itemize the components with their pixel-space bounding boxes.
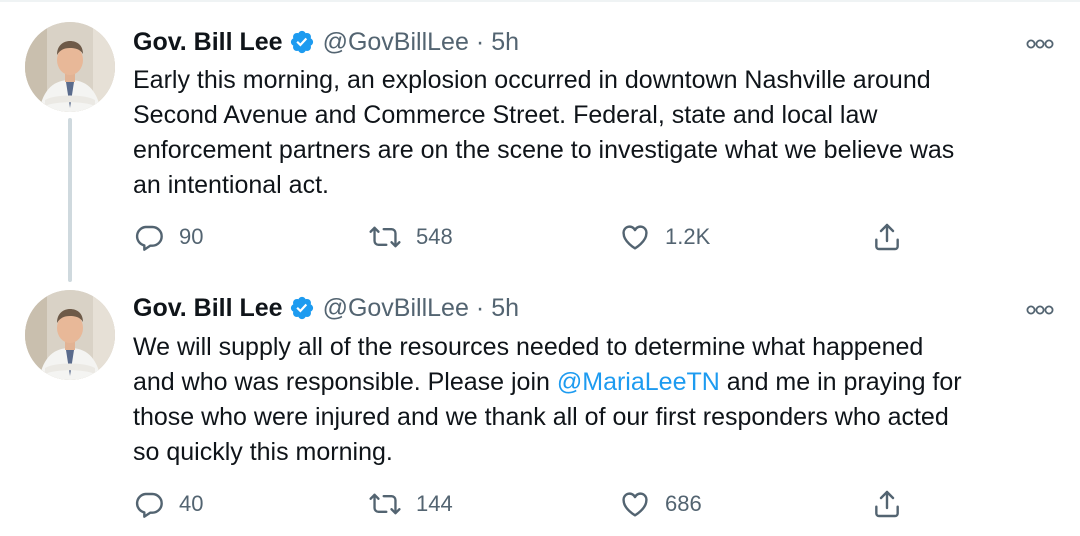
like-count: 1.2K (665, 224, 711, 249)
avatar[interactable] (25, 290, 115, 380)
separator-dot: · (475, 27, 485, 56)
reply-count: 40 (179, 491, 204, 516)
heart-icon (619, 488, 651, 520)
reply-count: 90 (179, 224, 204, 249)
reply-button[interactable]: 90 (133, 219, 203, 255)
like-button[interactable]: 686 (619, 486, 702, 522)
author-handle[interactable]: @GovBillLee (323, 294, 469, 323)
retweet-button[interactable]: 548 (368, 219, 453, 255)
tweet-text: Early this morning, an explosion occurre… (133, 63, 1068, 203)
retweet-icon (368, 221, 402, 253)
tweet-text-segment: and who was responsible. Please join (133, 368, 557, 396)
timestamp[interactable]: 5h (491, 294, 519, 323)
separator-dot: · (475, 293, 485, 322)
retweet-count: 144 (416, 491, 453, 516)
avatar[interactable] (25, 22, 115, 112)
like-count: 686 (665, 491, 702, 516)
mention-link[interactable]: @MariaLeeTN (557, 368, 720, 396)
verified-badge-icon (289, 295, 315, 321)
retweet-count: 548 (416, 224, 453, 249)
reply-button[interactable]: 40 (133, 486, 203, 522)
verified-badge-icon (289, 29, 315, 55)
like-button[interactable]: 1.2K (619, 219, 710, 255)
share-icon (871, 221, 903, 253)
tweet-text-line: enforcement partners are on the scene to… (133, 136, 955, 164)
tweet-text-line: so quickly this morning. (133, 438, 393, 466)
retweet-button[interactable]: 144 (368, 486, 453, 522)
share-icon (871, 488, 903, 520)
author-handle[interactable]: @GovBillLee (323, 28, 469, 57)
tweet-header: Gov. Bill Lee @GovBillLee · 5h (133, 290, 519, 326)
tweet-text-line: We will supply all of the resources need… (133, 333, 924, 361)
more-options-icon[interactable] (1024, 300, 1056, 320)
tweet-header: Gov. Bill Lee @GovBillLee · 5h (133, 24, 519, 60)
tweet-text-line: and who was responsible. Please join @Ma… (133, 365, 1068, 400)
tweet-actions: 90 548 1.2K (133, 219, 933, 255)
share-button[interactable] (871, 486, 903, 522)
tweet-text-line: Early this morning, an explosion occurre… (133, 66, 931, 94)
retweet-icon (368, 488, 402, 520)
tweet-actions: 40 144 686 (133, 486, 933, 522)
tweet-text-line: those who were injured and we thank all … (133, 403, 949, 431)
share-button[interactable] (871, 219, 903, 255)
tweet-text-segment: and me in praying for (719, 368, 962, 396)
reply-icon (133, 221, 165, 253)
author-name[interactable]: Gov. Bill Lee (133, 294, 283, 323)
tweet-text-line: an intentional act. (133, 171, 329, 199)
author-name[interactable]: Gov. Bill Lee (133, 28, 283, 57)
more-options-icon[interactable] (1024, 34, 1056, 54)
tweet-text-line: Second Avenue and Commerce Street. Feder… (133, 101, 878, 129)
avatar-photo (25, 290, 115, 380)
avatar-photo (25, 22, 115, 112)
tweet-text: We will supply all of the resources need… (133, 330, 1068, 470)
heart-icon (619, 221, 651, 253)
timestamp[interactable]: 5h (491, 28, 519, 57)
tweet-1[interactable]: Gov. Bill Lee @GovBillLee · 5h Early thi… (0, 0, 1080, 268)
reply-icon (133, 488, 165, 520)
